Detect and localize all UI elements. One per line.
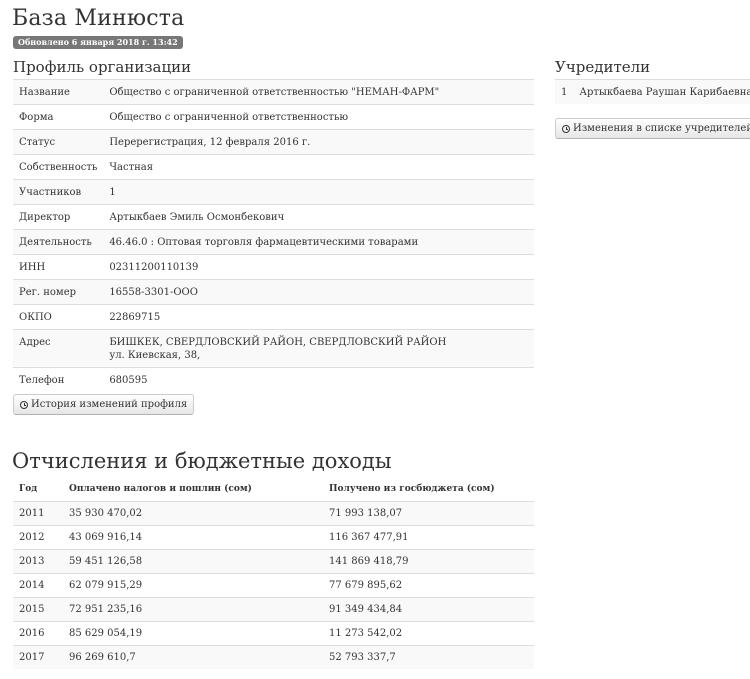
profile-table: Название Общество с ограниченной ответств… bbox=[13, 79, 534, 392]
table-row: 2011 35 930 470,02 71 993 138,07 bbox=[13, 500, 534, 525]
table-row: 2016 85 629 054,19 11 273 542,02 bbox=[13, 620, 534, 645]
table-row: Статус Перерегистрация, 12 февраля 2016 г… bbox=[13, 129, 534, 155]
table-row: Деятельность 46.46.0 : Оптовая торговля ф… bbox=[13, 229, 534, 255]
table-row: Форма Общество с ограниченной ответственн… bbox=[13, 104, 534, 130]
paid-cell: 62 079 915,29 bbox=[63, 572, 323, 597]
table-header-row: Год Оплачено налогов и пошлин (сом) Полу… bbox=[13, 479, 534, 502]
column-header-received: Получено из госбюджета (сом) bbox=[323, 479, 534, 502]
founder-name[interactable]: Артыкбаева Раушан Карибаевна bbox=[573, 79, 750, 104]
table-row: 2012 43 069 916,14 116 367 477,91 bbox=[13, 524, 534, 549]
received-cell: 11 273 542,02 bbox=[323, 620, 534, 645]
year-cell: 2015 bbox=[13, 596, 63, 621]
received-cell: 116 367 477,91 bbox=[323, 524, 534, 549]
address-line-2: ул. Киевская, 38, bbox=[109, 350, 201, 361]
table-row: 2013 59 451 126,58 141 869 418,79 bbox=[13, 548, 534, 573]
profile-value: 22869715 bbox=[103, 304, 534, 330]
table-row: Название Общество с ограниченной ответств… bbox=[13, 79, 534, 105]
paid-cell: 85 629 054,19 bbox=[63, 620, 323, 645]
table-row: 2015 72 951 235,16 91 349 434,84 bbox=[13, 596, 534, 621]
table-row: Адрес БИШКЕК, СВЕРДЛОВСКИЙ РАЙОН, СВЕРДЛО… bbox=[13, 329, 534, 368]
profile-value: Артыкбаев Эмиль Осмонбекович bbox=[103, 204, 534, 230]
paid-cell: 35 930 470,02 bbox=[63, 500, 323, 525]
profile-key: Адрес bbox=[13, 329, 104, 368]
table-row: ОКПО 22869715 bbox=[13, 304, 534, 330]
founders-section-title: Учредители bbox=[555, 58, 651, 76]
paid-cell: 43 069 916,14 bbox=[63, 524, 323, 549]
profile-key: ОКПО bbox=[13, 304, 104, 330]
profile-key: Рег. номер bbox=[13, 279, 104, 305]
founders-history-button[interactable]: Изменения в списке учредителей bbox=[555, 118, 750, 139]
table-row: ИНН 02311200110139 bbox=[13, 254, 534, 280]
year-cell: 2012 bbox=[13, 524, 63, 549]
profile-value: 46.46.0 : Оптовая торговля фармацевтичес… bbox=[103, 229, 534, 255]
table-row: Собственность Частная bbox=[13, 154, 534, 180]
profile-key: Участников bbox=[13, 179, 104, 205]
table-row: Телефон 680595 bbox=[13, 367, 534, 392]
column-header-paid: Оплачено налогов и пошлин (сом) bbox=[63, 479, 323, 502]
founder-number: 1 bbox=[555, 79, 574, 104]
profile-value: 680595 bbox=[103, 367, 534, 392]
profile-value: Общество с ограниченной ответственностью bbox=[103, 104, 534, 130]
profile-key: Название bbox=[13, 79, 104, 105]
year-cell: 2017 bbox=[13, 644, 63, 669]
table-row: Рег. номер 16558-3301-ООО bbox=[13, 279, 534, 305]
profile-history-button[interactable]: История изменений профиля bbox=[13, 394, 195, 415]
column-header-year: Год bbox=[13, 479, 63, 502]
profile-value: Частная bbox=[103, 154, 534, 180]
received-cell: 71 993 138,07 bbox=[323, 500, 534, 525]
founders-history-label: Изменения в списке учредителей bbox=[573, 123, 750, 134]
profile-history-label: История изменений профиля bbox=[31, 399, 188, 410]
paid-cell: 96 269 610,7 bbox=[63, 644, 323, 669]
profile-value: 02311200110139 bbox=[103, 254, 534, 280]
profile-key: Статус bbox=[13, 129, 104, 155]
profile-key: Форма bbox=[13, 104, 104, 130]
income-section-title: Отчисления и бюджетные доходы bbox=[12, 449, 392, 473]
paid-cell: 59 451 126,58 bbox=[63, 548, 323, 573]
table-row: 2017 96 269 610,7 52 793 337,7 bbox=[13, 644, 534, 669]
profile-key: ИНН bbox=[13, 254, 104, 280]
profile-key: Собственность bbox=[13, 154, 104, 180]
founders-table: 1 Артыкбаева Раушан Карибаевна bbox=[555, 79, 750, 104]
clock-icon bbox=[20, 400, 28, 409]
profile-value: Перерегистрация, 12 февраля 2016 г. bbox=[103, 129, 534, 155]
received-cell: 77 679 895,62 bbox=[323, 572, 534, 597]
profile-key: Директор bbox=[13, 204, 104, 230]
received-cell: 141 869 418,79 bbox=[323, 548, 534, 573]
table-row: Участников 1 bbox=[13, 179, 534, 205]
profile-value: Общество с ограниченной ответственностью… bbox=[103, 79, 534, 105]
profile-section-title: Профиль организации bbox=[13, 58, 192, 76]
updated-badge: Обновлено 6 января 2018 г. 13:42 bbox=[13, 36, 183, 49]
year-cell: 2011 bbox=[13, 500, 63, 525]
profile-value: 1 bbox=[103, 179, 534, 205]
table-row: 1 Артыкбаева Раушан Карибаевна bbox=[555, 79, 750, 104]
received-cell: 91 349 434,84 bbox=[323, 596, 534, 621]
received-cell: 52 793 337,7 bbox=[323, 644, 534, 669]
page-title: База Минюста bbox=[12, 6, 185, 31]
table-row: Директор Артыкбаев Эмиль Осмонбекович bbox=[13, 204, 534, 230]
paid-cell: 72 951 235,16 bbox=[63, 596, 323, 621]
profile-key: Телефон bbox=[13, 367, 104, 392]
profile-value: 16558-3301-ООО bbox=[103, 279, 534, 305]
table-row: 2014 62 079 915,29 77 679 895,62 bbox=[13, 572, 534, 597]
profile-key: Деятельность bbox=[13, 229, 104, 255]
address-line-1: БИШКЕК, СВЕРДЛОВСКИЙ РАЙОН, СВЕРДЛОВСКИЙ… bbox=[109, 337, 447, 348]
profile-value: БИШКЕК, СВЕРДЛОВСКИЙ РАЙОН, СВЕРДЛОВСКИЙ… bbox=[103, 329, 534, 368]
income-table: Год Оплачено налогов и пошлин (сом) Полу… bbox=[13, 479, 534, 669]
clock-icon bbox=[562, 124, 570, 133]
year-cell: 2013 bbox=[13, 548, 63, 573]
year-cell: 2014 bbox=[13, 572, 63, 597]
year-cell: 2016 bbox=[13, 620, 63, 645]
